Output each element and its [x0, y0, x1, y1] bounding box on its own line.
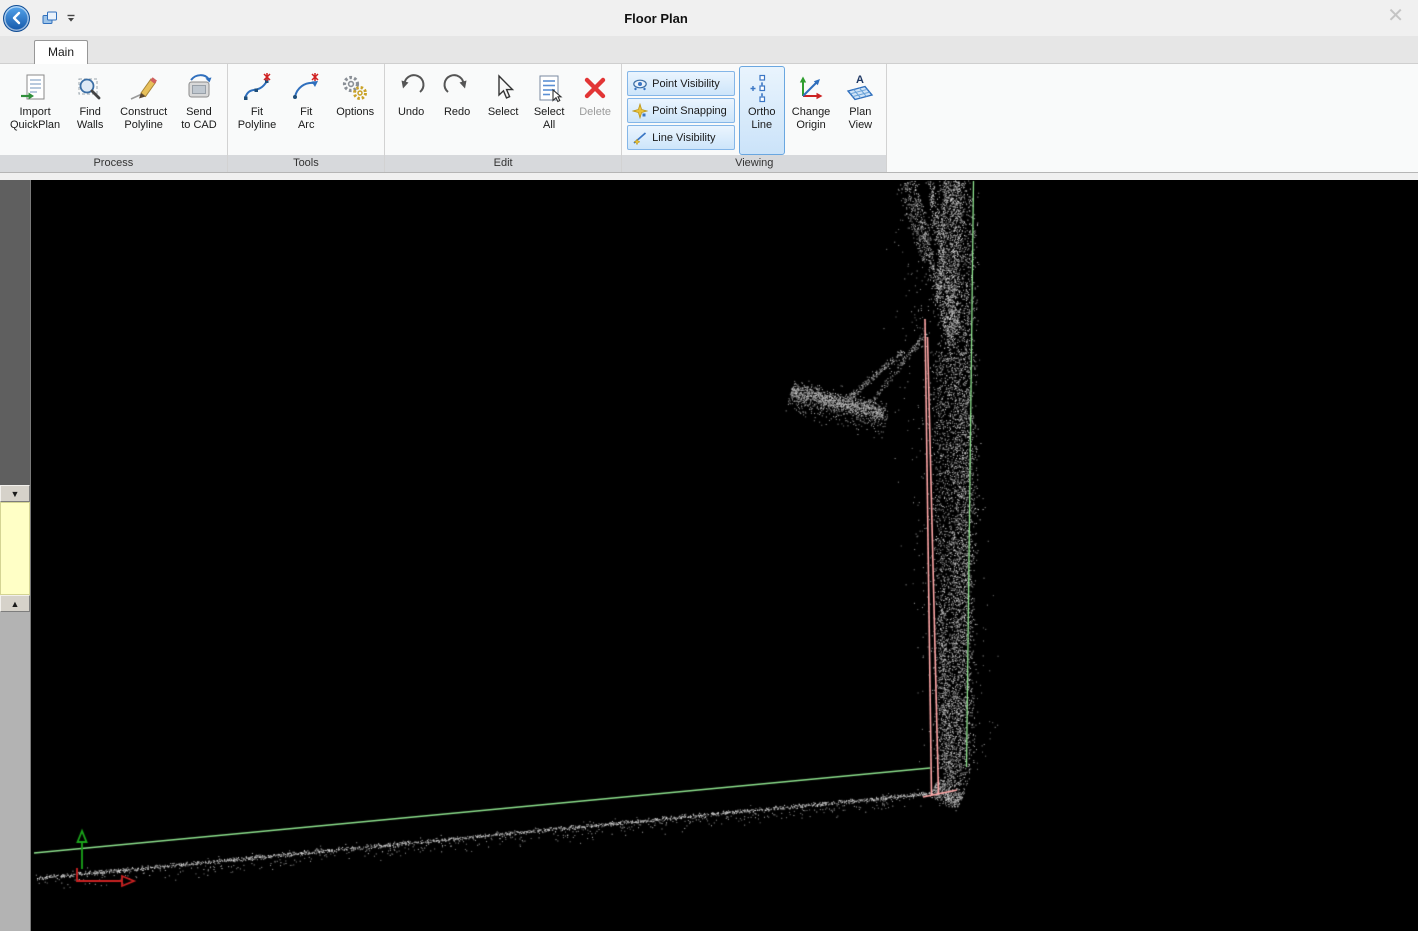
redo-button[interactable]: Redo — [434, 66, 480, 155]
app-icon[interactable] — [41, 10, 58, 26]
button-label: Send — [186, 106, 212, 119]
select-button[interactable]: Select — [480, 66, 526, 155]
button-label: Plan — [849, 106, 871, 119]
button-label: Origin — [796, 119, 825, 132]
ribbon-group-tools: Fit Polyline Fit Arc Options Tools — [228, 64, 385, 172]
point-visibility-toggle[interactable]: Point Visibility — [627, 71, 735, 96]
slider-range-indicator[interactable] — [0, 502, 30, 595]
change-origin-icon — [795, 72, 827, 104]
ribbon-group-edit: Undo Redo Select Select All Delete — [385, 64, 622, 172]
button-label: Polyline — [238, 119, 277, 132]
ribbon-tab-row: Main — [0, 36, 1418, 63]
fit-arc-button[interactable]: Fit Arc — [283, 66, 329, 155]
delete-icon — [579, 72, 611, 104]
button-label: Change — [792, 106, 831, 119]
button-label: Arc — [298, 119, 315, 132]
button-label: Select — [534, 106, 565, 119]
button-label: Fit — [251, 106, 263, 119]
group-label-edit: Edit — [385, 155, 621, 172]
send-to-cad-icon — [183, 72, 215, 104]
button-label: Delete — [579, 106, 611, 119]
button-label: Undo — [398, 106, 424, 119]
line-visibility-icon — [632, 130, 648, 146]
toggle-label: Line Visibility — [652, 132, 715, 144]
quick-access-dropdown-icon[interactable] — [66, 13, 76, 23]
button-label: Find — [79, 106, 100, 119]
svg-text:A: A — [856, 74, 864, 86]
button-label: Import — [19, 106, 50, 119]
button-label: Walls — [77, 119, 103, 132]
button-label: Select — [488, 106, 519, 119]
viewing-toggle-column: Point Visibility Point Snapping Line Vis… — [625, 66, 739, 155]
redo-icon — [441, 72, 473, 104]
workspace: ▼ ▲ — [0, 180, 1418, 931]
tab-main[interactable]: Main — [34, 40, 88, 64]
import-quickplan-button[interactable]: Import QuickPlan — [3, 66, 67, 155]
select-all-button[interactable]: Select All — [526, 66, 572, 155]
group-label-tools: Tools — [228, 155, 384, 172]
ortho-line-icon — [746, 72, 778, 104]
send-to-cad-button[interactable]: Send to CAD — [174, 66, 223, 155]
undo-button[interactable]: Undo — [388, 66, 434, 155]
slider-down-button[interactable]: ▼ — [0, 485, 30, 502]
group-label-viewing: Viewing — [622, 155, 886, 172]
toggle-label: Point Visibility — [652, 78, 720, 90]
import-quickplan-icon — [19, 72, 51, 104]
delete-button: Delete — [572, 66, 618, 155]
find-walls-button[interactable]: Find Walls — [67, 66, 113, 155]
fit-polyline-icon — [241, 72, 273, 104]
button-label: Line — [751, 119, 772, 132]
ribbon-group-process: Import QuickPlan Find Walls Construct Po… — [0, 64, 228, 172]
elevation-slider: ▼ ▲ — [0, 180, 31, 931]
construct-polyline-icon — [128, 72, 160, 104]
ortho-line-button[interactable]: Ortho Line — [739, 66, 785, 155]
point-snapping-icon — [632, 103, 648, 119]
button-label: Fit — [300, 106, 312, 119]
ribbon: Import QuickPlan Find Walls Construct Po… — [0, 63, 1418, 173]
button-label: Construct — [120, 106, 167, 119]
ribbon-gap — [0, 173, 1418, 180]
slider-track-bottom — [0, 612, 30, 931]
find-walls-icon — [74, 72, 106, 104]
slider-up-button[interactable]: ▲ — [0, 595, 30, 612]
button-label: Ortho — [748, 106, 776, 119]
select-icon — [487, 72, 519, 104]
fit-arc-icon — [290, 72, 322, 104]
options-button[interactable]: Options — [329, 66, 381, 155]
plan-view-button[interactable]: A Plan View — [837, 66, 883, 155]
point-visibility-icon — [632, 76, 648, 92]
line-visibility-toggle[interactable]: Line Visibility — [627, 125, 735, 150]
undo-icon — [395, 72, 427, 104]
button-label: to CAD — [181, 119, 216, 132]
construct-polyline-button[interactable]: Construct Polyline — [113, 66, 174, 155]
close-button[interactable]: ✕ — [1373, 4, 1418, 32]
back-button[interactable] — [3, 5, 30, 32]
back-arrow-icon — [9, 10, 25, 26]
select-all-icon — [533, 72, 565, 104]
ribbon-filler — [887, 64, 1418, 172]
group-label-process: Process — [0, 155, 227, 172]
button-label: View — [848, 119, 872, 132]
button-label: Redo — [444, 106, 470, 119]
ribbon-group-viewing: Point Visibility Point Snapping Line Vis… — [622, 64, 887, 172]
fit-polyline-button[interactable]: Fit Polyline — [231, 66, 284, 155]
window-title: Floor Plan — [0, 11, 1312, 26]
viewport[interactable] — [31, 180, 1418, 931]
slider-track-top — [0, 180, 30, 485]
options-icon — [339, 72, 371, 104]
button-label: Options — [336, 106, 374, 119]
button-label: QuickPlan — [10, 119, 60, 132]
titlebar: Floor Plan ✕ — [0, 0, 1418, 36]
button-label: All — [543, 119, 555, 132]
button-label: Polyline — [124, 119, 163, 132]
plan-view-icon: A — [844, 72, 876, 104]
point-snapping-toggle[interactable]: Point Snapping — [627, 98, 735, 123]
toggle-label: Point Snapping — [652, 105, 727, 117]
change-origin-button[interactable]: Change Origin — [785, 66, 838, 155]
